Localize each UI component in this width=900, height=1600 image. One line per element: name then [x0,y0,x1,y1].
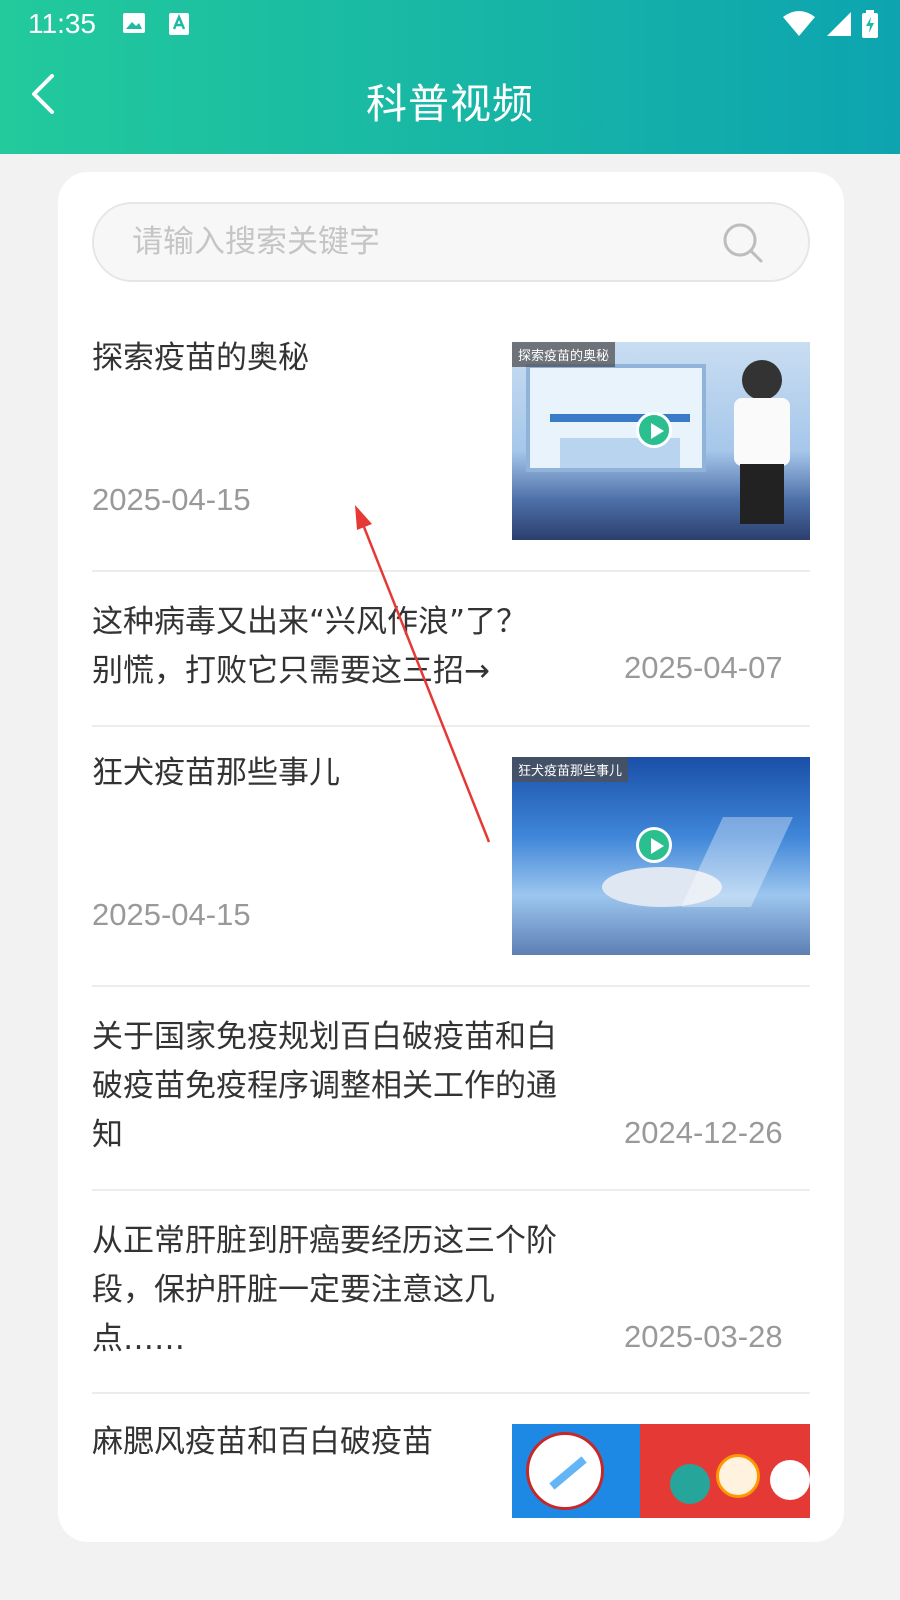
item-title: 这种病毒又出来“兴风作浪”了？别慌，打败它只需要这三招→ [92,604,528,689]
status-time: 11:35 [28,8,96,39]
item-date: 2025-04-15 [92,897,251,932]
battery-icon [862,10,878,38]
screen-graphic [526,364,706,472]
item-title: 探索疫苗的奥秘 [92,340,309,376]
image-icon [123,13,145,33]
video-thumbnail[interactable] [512,1424,810,1518]
thumbnail-caption: 狂犬疫苗那些事儿 [512,757,629,782]
search-input[interactable] [132,204,692,280]
signal-icon [827,12,851,36]
list-item[interactable]: 从正常肝脏到肝癌要经历这三个阶段，保护肝脏一定要注意这几点…… 2025-03-… [92,1191,810,1394]
presenter-head [742,360,782,400]
item-date: 2025-03-28 [624,1319,783,1354]
list-item[interactable]: 麻腮风疫苗和百白破疫苗 [92,1394,810,1534]
play-icon[interactable] [636,827,672,863]
play-icon[interactable] [636,412,672,448]
item-title: 狂犬疫苗那些事儿 [92,755,340,791]
wifi-icon [783,11,815,36]
presenter-legs [740,464,784,524]
video-list: 探索疫苗的奥秘 2025-04-15 探索疫苗的奥秘 这种病毒又出来“兴风作浪”… [92,312,810,1534]
item-title: 从正常肝脏到肝癌要经历这三个阶段，保护肝脏一定要注意这几点…… [92,1223,557,1357]
item-title: 关于国家免疫规划百白破疫苗和白破疫苗免疫程序调整相关工作的通知 [92,1019,557,1153]
notification-icons [122,12,190,36]
content-card: 探索疫苗的奥秘 2025-04-15 探索疫苗的奥秘 这种病毒又出来“兴风作浪”… [58,172,844,1542]
video-thumbnail[interactable]: 狂犬疫苗那些事儿 [512,757,810,955]
item-date: 2025-04-07 [624,650,783,685]
virus-icon [770,1460,810,1500]
item-date: 2025-04-15 [92,482,251,517]
virus-icon [670,1464,710,1504]
list-item[interactable]: 探索疫苗的奥秘 2025-04-15 探索疫苗的奥秘 [92,312,810,572]
app-header: 11:35 科普视频 [0,0,900,154]
item-date: 2024-12-26 [624,1115,783,1150]
stairs-graphic [681,817,793,907]
video-thumbnail[interactable]: 探索疫苗的奥秘 [512,342,810,540]
system-status-icons [782,10,878,38]
list-item[interactable]: 关于国家免疫规划百白破疫苗和白破疫苗免疫程序调整相关工作的通知 2024-12-… [92,987,810,1191]
list-item[interactable]: 这种病毒又出来“兴风作浪”了？别慌，打败它只需要这三招→ 2025-04-07 [92,572,810,727]
page-title: 科普视频 [366,80,534,128]
thumbnail-caption: 探索疫苗的奥秘 [512,342,616,367]
virus-icon [716,1454,760,1498]
font-icon [169,13,189,35]
search-bar[interactable] [92,202,810,282]
item-title: 麻腮风疫苗和百白破疫苗 [92,1424,433,1460]
list-item[interactable]: 狂犬疫苗那些事儿 2025-04-15 狂犬疫苗那些事儿 [92,727,810,987]
presenter-body [734,398,790,466]
search-icon[interactable] [722,222,764,264]
syringe-icon [526,1432,604,1510]
